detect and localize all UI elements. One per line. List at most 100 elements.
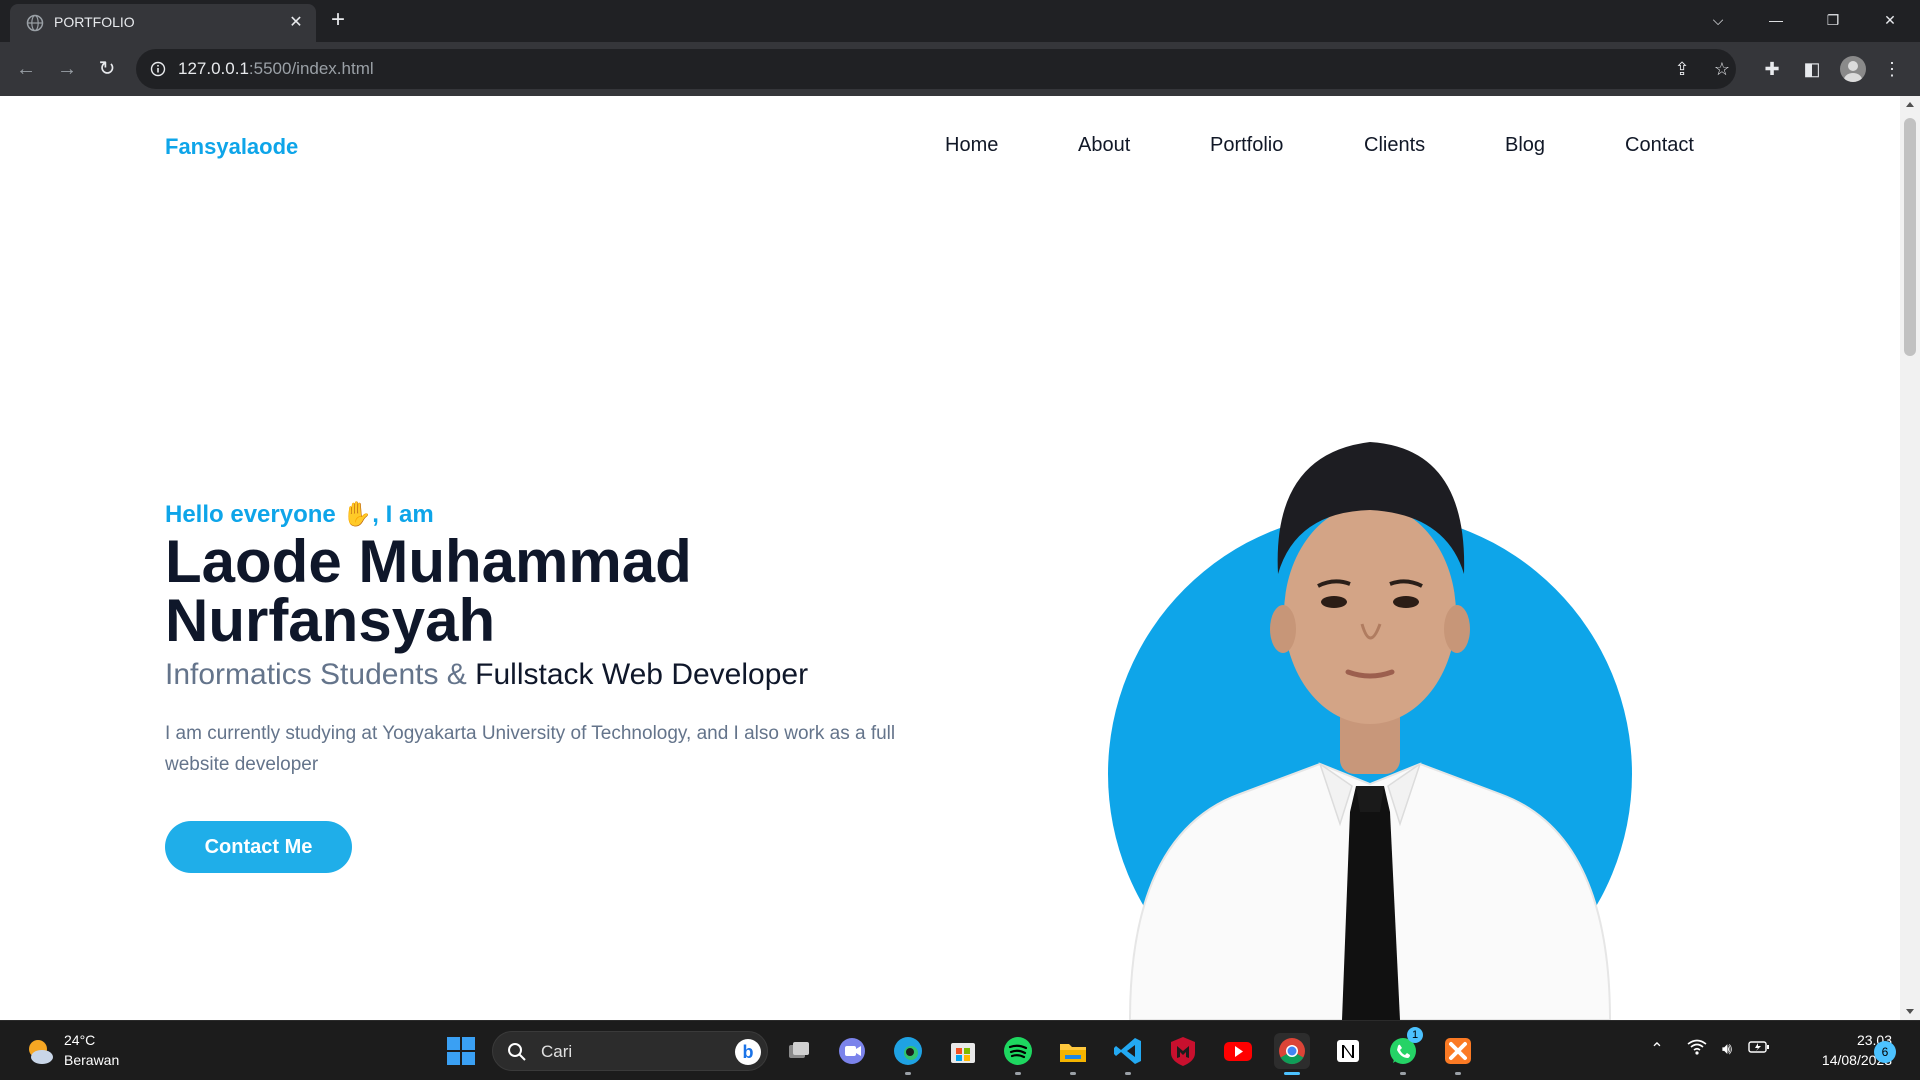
tab-title: PORTFOLIO xyxy=(54,14,135,30)
restore-icon[interactable]: ❐ xyxy=(1821,8,1845,32)
hero-role: Informatics Students & Fullstack Web Dev… xyxy=(165,658,808,692)
store-glyph-icon xyxy=(951,1043,975,1063)
windows-start-icon[interactable] xyxy=(446,1036,476,1066)
chrome-icon[interactable] xyxy=(1274,1033,1310,1075)
wifi-glyph-icon xyxy=(1687,1039,1707,1055)
nav-about[interactable]: About xyxy=(1078,134,1130,157)
info-icon[interactable] xyxy=(150,61,166,77)
notion-icon[interactable] xyxy=(1330,1033,1366,1069)
browser-tab-strip: PORTFOLIO ✕ + ⌵ — ❐ ✕ xyxy=(0,0,1920,42)
portrait-face xyxy=(1284,504,1456,724)
file-explorer-icon[interactable] xyxy=(1055,1033,1091,1075)
running-indicator xyxy=(905,1072,911,1075)
show-hidden-icons-chevron-icon[interactable]: ⌃ xyxy=(1646,1039,1668,1061)
folder-glyph-icon xyxy=(1060,1044,1086,1062)
new-tab-icon[interactable]: + xyxy=(326,8,350,33)
weather-description: Berawan xyxy=(64,1052,120,1068)
browser-toolbar: ← → ↻ 127.0.0.1:5500/index.html ⇪ ☆ ✚ ◧ … xyxy=(0,42,1920,96)
nav-blog[interactable]: Blog xyxy=(1505,134,1545,157)
scroll-thumb[interactable] xyxy=(1904,118,1916,356)
notification-count-badge[interactable]: 6 xyxy=(1874,1041,1896,1063)
chrome-glyph-icon xyxy=(1279,1038,1305,1065)
weather-temperature: 24°C xyxy=(64,1032,96,1048)
teams-chat-glyph-icon xyxy=(839,1038,865,1064)
browser-menu-icon[interactable]: ⋮ xyxy=(1878,55,1906,83)
edge-icon[interactable] xyxy=(890,1033,926,1075)
site-brand[interactable]: Fansyalaode xyxy=(165,134,298,160)
portrait-tie-knot xyxy=(1356,786,1384,812)
nav-home[interactable]: Home xyxy=(945,134,998,157)
running-indicator xyxy=(1070,1072,1076,1075)
forward-arrow-icon[interactable]: → xyxy=(53,55,81,83)
search-icon xyxy=(508,1043,526,1061)
spotify-glyph-icon xyxy=(1004,1037,1032,1065)
nav-portfolio[interactable]: Portfolio xyxy=(1210,134,1283,157)
running-indicator xyxy=(1125,1072,1131,1075)
url-path: :5500/index.html xyxy=(248,59,374,78)
vscode-glyph-icon xyxy=(1114,1038,1141,1064)
extensions-puzzle-icon[interactable]: ✚ xyxy=(1758,55,1786,83)
youtube-icon[interactable] xyxy=(1220,1033,1256,1069)
page-scrollbar[interactable] xyxy=(1900,96,1920,1020)
whatsapp-unread-badge: 1 xyxy=(1407,1027,1423,1043)
vscode-icon[interactable] xyxy=(1110,1033,1146,1075)
hero-role-prefix: Informatics Students & xyxy=(165,658,476,691)
portrait-eye-right xyxy=(1393,596,1419,608)
bing-icon[interactable]: b xyxy=(735,1039,761,1065)
tab-close-icon[interactable]: ✕ xyxy=(286,13,306,33)
xampp-icon[interactable] xyxy=(1440,1033,1476,1075)
hero-greeting: Hello everyone ✋, I am xyxy=(165,501,434,528)
back-arrow-icon[interactable]: ← xyxy=(12,55,40,83)
xampp-glyph-icon xyxy=(1445,1038,1471,1064)
globe-icon xyxy=(26,14,44,32)
teams-chat-icon[interactable] xyxy=(834,1033,870,1069)
battery-glyph-icon xyxy=(1748,1041,1769,1053)
task-view-icon[interactable] xyxy=(780,1033,816,1069)
tab-search-chevron-icon[interactable]: ⌵ xyxy=(1706,8,1730,32)
hero-portrait xyxy=(1108,442,1632,1020)
portrait-ear-left xyxy=(1270,605,1296,653)
spotify-icon[interactable] xyxy=(1000,1033,1036,1075)
battery-icon[interactable] xyxy=(1748,1039,1770,1061)
search-placeholder: Cari xyxy=(541,1042,573,1061)
active-indicator xyxy=(1284,1072,1300,1075)
address-bar[interactable]: 127.0.0.1:5500/index.html xyxy=(136,49,1736,89)
reload-icon[interactable]: ↻ xyxy=(93,55,121,83)
task-view-glyph-icon xyxy=(789,1042,809,1058)
url-text: 127.0.0.1:5500/index.html xyxy=(178,59,374,79)
portrait-ear-right xyxy=(1444,605,1470,653)
notion-glyph-icon xyxy=(1337,1040,1359,1062)
scroll-down-arrow-icon[interactable] xyxy=(1906,1009,1914,1014)
taskbar-search[interactable]: Cari b xyxy=(492,1031,768,1071)
volume-icon[interactable]: 🔊︎ xyxy=(1716,1039,1738,1061)
shield-icon xyxy=(1171,1037,1195,1066)
share-icon[interactable]: ⇪ xyxy=(1668,55,1696,83)
microsoft-store-icon[interactable] xyxy=(945,1033,981,1069)
hero-description: I am currently studying at Yogyakarta Un… xyxy=(165,723,896,775)
running-indicator xyxy=(1015,1072,1021,1075)
portrait-eye-left xyxy=(1321,596,1347,608)
bookmark-star-icon[interactable]: ☆ xyxy=(1708,55,1736,83)
web-page: Fansyalaode Home About Portfolio Clients… xyxy=(0,96,1900,1020)
mcafee-icon[interactable] xyxy=(1165,1033,1201,1069)
url-host: 127.0.0.1 xyxy=(178,59,249,78)
windows-taskbar: 24°C Berawan Cari b 1 ⌃ 🔊︎ 23.03 14/08/2… xyxy=(0,1020,1920,1080)
browser-tab[interactable]: PORTFOLIO ✕ xyxy=(10,4,316,42)
partly-cloudy-icon[interactable] xyxy=(24,1035,56,1067)
side-panel-icon[interactable]: ◧ xyxy=(1798,55,1826,83)
wifi-icon[interactable] xyxy=(1686,1039,1708,1061)
contact-me-button[interactable]: Contact Me xyxy=(165,821,352,873)
whatsapp-icon[interactable]: 1 xyxy=(1385,1027,1423,1075)
youtube-glyph-icon xyxy=(1224,1042,1252,1061)
edge-glyph-icon xyxy=(894,1037,922,1065)
hero-role-main: Fullstack Web Developer xyxy=(475,658,809,691)
window-close-icon[interactable]: ✕ xyxy=(1878,8,1902,32)
hero-name: Laode Muhammad Nurfansyah xyxy=(165,528,692,654)
running-indicator xyxy=(1455,1072,1461,1075)
scroll-up-arrow-icon[interactable] xyxy=(1906,102,1914,107)
nav-clients[interactable]: Clients xyxy=(1364,134,1425,157)
minimize-icon[interactable]: — xyxy=(1764,8,1788,32)
profile-avatar[interactable] xyxy=(1840,56,1866,82)
running-indicator xyxy=(1400,1072,1406,1075)
nav-contact[interactable]: Contact xyxy=(1625,134,1694,157)
